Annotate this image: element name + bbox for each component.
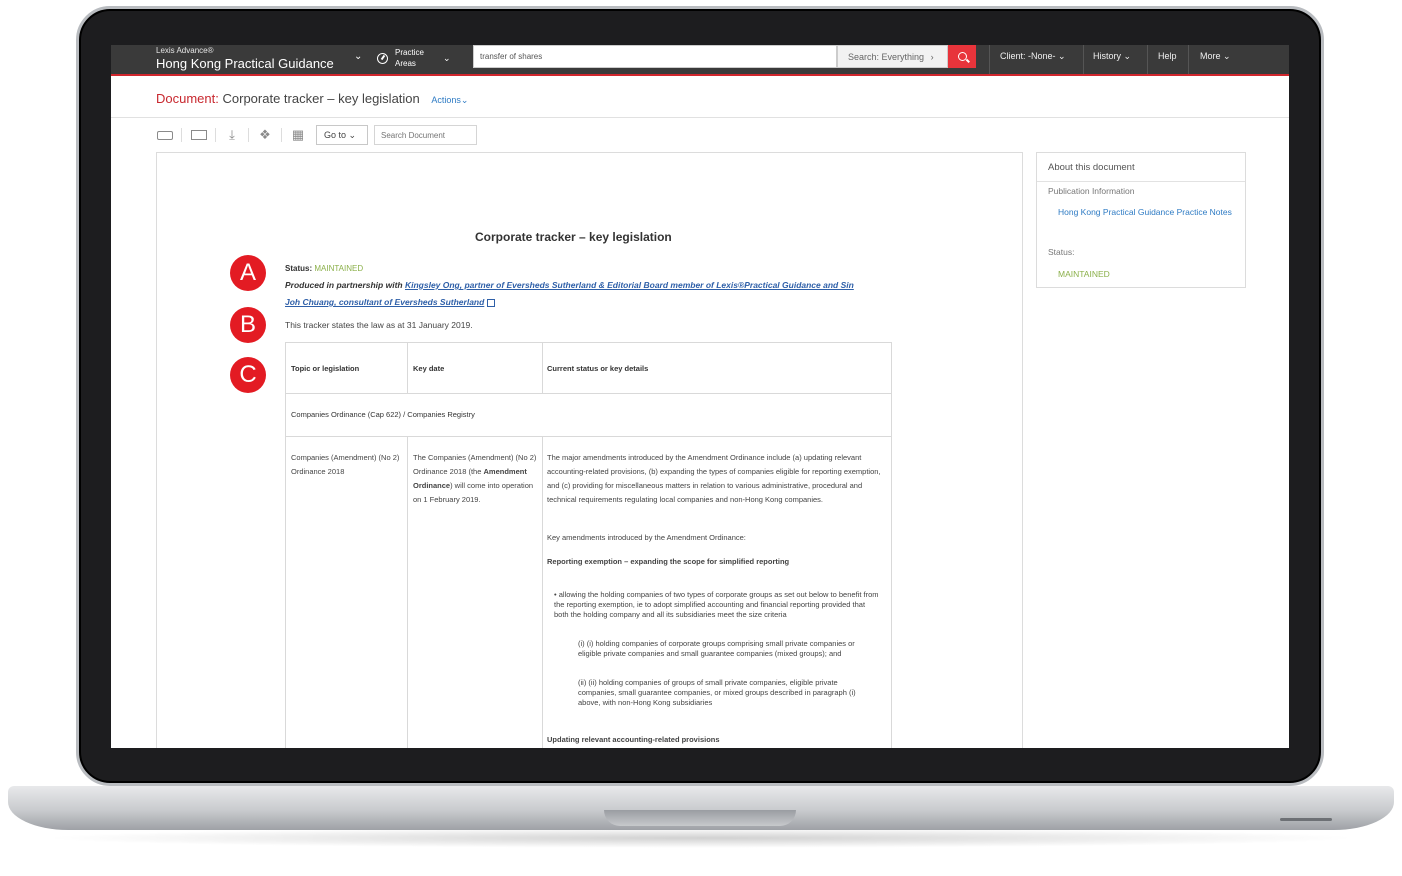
table-divider [542,436,543,748]
brand-small: Lexis Advance® [156,46,214,55]
status-value: MAINTAINED [314,264,364,273]
document-header: Document: Corporate tracker – key legisl… [156,91,468,106]
actions-menu[interactable]: Actions⌄ [431,95,468,105]
document-heading: Corporate tracker – key legislation [475,230,672,244]
table-divider [407,343,408,393]
laptop-notch [604,810,796,826]
callout-marker-c: C [230,357,266,393]
print-icon[interactable] [157,131,173,140]
brand-logo[interactable]: Lexis Advance® Hong Kong Practical Guida… [156,46,334,72]
page-title: Corporate tracker – key legislation [222,91,420,106]
goto-label: Go to [324,130,347,140]
subheading-reporting: Reporting exemption – expanding the scop… [547,557,790,566]
about-document-panel: About this document Publication Informat… [1036,152,1246,288]
sidebar-status-label: Status: [1048,247,1075,257]
search-document-input[interactable] [374,125,477,145]
topic-cell: Companies (Amendment) (No 2) Ordinance 2… [291,453,400,476]
nav-divider [1188,45,1189,74]
produced-by: Produced in partnership with Kingsley On… [285,277,865,311]
laptop-shadow [40,828,1362,848]
more-menu[interactable]: More ⌄ [1200,51,1231,62]
chevron-down-icon: ⌄ [443,52,451,63]
status-line: Status: MAINTAINED [285,264,363,273]
table-header: Key date [413,364,445,373]
client-label: Client: -None- [1000,51,1056,61]
subheading-accounting: Updating relevant accounting-related pro… [547,735,720,744]
toolbar-divider [215,128,216,142]
dropbox-icon[interactable]: ❖ [257,127,273,143]
sidebar-divider [1037,181,1245,182]
external-link-icon[interactable] [487,298,496,307]
table-header: Current status or key details [547,364,649,373]
sidebar-title: About this document [1048,162,1135,173]
history-label: History [1093,51,1122,61]
toolbar-divider [248,128,249,142]
history-menu[interactable]: History ⌄ [1093,51,1131,62]
top-nav: Lexis Advance® Hong Kong Practical Guida… [111,45,1289,74]
table-section-row: Companies Ordinance (Cap 622) / Companie… [291,410,475,419]
callout-marker-a: A [230,255,266,291]
table-divider [286,393,891,394]
help-link[interactable]: Help [1158,51,1177,61]
search-button[interactable] [948,45,976,68]
help-label: Help [1158,51,1177,61]
produced-prefix: Produced in partnership with [285,280,403,290]
key-date-cell: The Companies (Amendment) (No 2) Ordinan… [413,453,537,504]
table-divider [286,436,891,437]
download-icon[interactable]: ⤓ [224,127,240,143]
table-divider [542,343,543,393]
save-document-icon[interactable]: ▦ [290,127,306,143]
compass-icon [377,52,388,64]
laptop-slot [1280,818,1332,821]
callout-marker-b: B [230,307,266,343]
more-label: More [1200,51,1221,61]
practice-notes-link[interactable]: Hong Kong Practical Guidance Practice No… [1058,207,1238,218]
key-amendments-text: Key amendments introduced by the Amendme… [547,533,746,542]
publication-info-label: Publication Information [1048,186,1135,196]
sub-item-ii: (ii) (ii) holding companies of groups of… [578,678,856,707]
nav-divider [1083,45,1084,74]
practice-areas-label: Practice Areas [395,48,424,68]
sub-item-i: (i) (i) holding companies of corporate g… [578,639,855,658]
chevron-right-icon: › [930,52,934,62]
table-divider [407,436,408,748]
chevron-down-icon[interactable]: ⌄ [354,51,362,62]
toolbar-divider [181,128,182,142]
search-scope-select[interactable]: Search: Everything › [837,45,948,68]
legislation-table: Topic or legislation Key date Current st… [285,342,892,748]
search-icon [957,52,967,61]
chevron-down-icon: ⌄ [348,130,357,140]
status-label: Status: [285,264,313,273]
document-label: Document: [156,91,219,106]
tracker-note: This tracker states the law as at 31 Jan… [285,320,473,330]
practice-areas-menu[interactable]: Practice Areas ⌄ [377,47,451,69]
nav-accent-line [111,74,1289,76]
toolbar-divider [281,128,282,142]
nav-divider [1147,45,1148,74]
table-header: Topic or legislation [291,364,360,373]
client-menu[interactable]: Client: -None- ⌄ [1000,51,1066,62]
nav-divider [989,45,990,74]
email-icon[interactable] [191,130,207,140]
search-input[interactable] [473,45,837,68]
sidebar-status-value: MAINTAINED [1058,269,1110,279]
brand-product: Hong Kong Practical Guidance [156,56,334,71]
bullet-holding-companies: • allowing the holding companies of two … [554,590,879,619]
header-divider [111,117,1289,118]
goto-select[interactable]: Go to ⌄ [316,125,368,145]
details-intro: The major amendments introduced by the A… [547,453,881,504]
screen: Lexis Advance® Hong Kong Practical Guida… [111,45,1289,748]
search-scope-label: Search: Everything [848,52,925,62]
